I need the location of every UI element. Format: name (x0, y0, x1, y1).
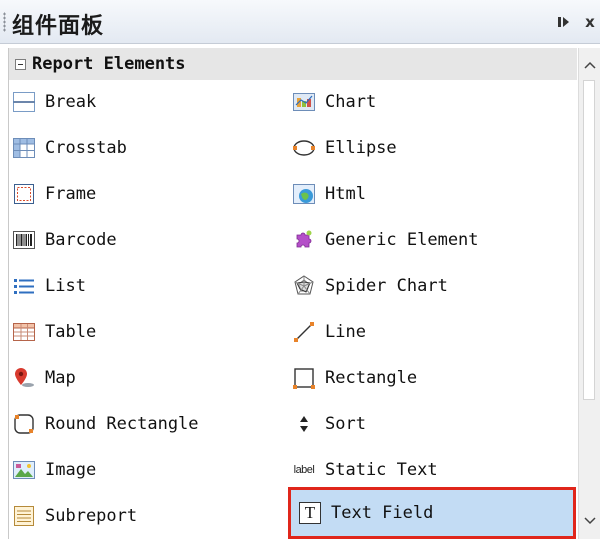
table-icon (11, 319, 37, 345)
palette-item-label: Spider Chart (325, 276, 448, 296)
palette-item-sort[interactable]: Sort (291, 405, 573, 443)
map-pin-icon (11, 365, 37, 391)
palette-item-label: Round Rectangle (45, 414, 199, 434)
puzzle-icon (291, 227, 317, 253)
palette-item-label: Break (45, 92, 97, 112)
palette-item-label: Frame (45, 184, 97, 204)
close-panel-button[interactable]: x (580, 12, 600, 32)
barcode-icon (11, 227, 37, 253)
palette-item-subreport[interactable]: Subreport (11, 497, 281, 535)
palette-item-label: Line (325, 322, 366, 342)
palette-item-barcode[interactable]: Barcode (11, 221, 281, 259)
palette-item-label: Generic Element (325, 230, 479, 250)
palette-item-list[interactable]: List (11, 267, 281, 305)
chart-icon (291, 89, 317, 115)
palette-item-chart[interactable]: Chart (291, 83, 573, 121)
drag-grip-icon[interactable] (3, 12, 6, 32)
label-icon: label (291, 457, 317, 483)
palette-item-label: Sort (325, 414, 366, 434)
scroll-down-button[interactable] (579, 510, 600, 532)
rectangle-icon (291, 365, 317, 391)
palette-item-label: Html (325, 184, 366, 204)
collapse-panel-button[interactable] (554, 12, 574, 32)
palette-item-label: Crosstab (45, 138, 127, 158)
break-icon (11, 89, 37, 115)
chevron-up-icon (583, 61, 596, 69)
palette-item-label: Map (45, 368, 76, 388)
palette-item-spider-chart[interactable]: Spider Chart (291, 267, 573, 305)
scroll-up-button[interactable] (579, 54, 600, 76)
palette-item-html[interactable]: Html (291, 175, 573, 213)
palette-item-label: Image (45, 460, 97, 480)
spider-chart-icon (291, 273, 317, 299)
frame-icon (11, 181, 37, 207)
collapse-icon (558, 17, 569, 27)
round-rectangle-icon (11, 411, 37, 437)
palette-item-image[interactable]: Image (11, 451, 281, 489)
palette-item-text-field[interactable]: T Text Field (288, 487, 576, 539)
palette-item-label: Subreport (45, 506, 138, 526)
panel-title: 组件面板 (12, 14, 105, 39)
text-field-icon: T (297, 500, 323, 526)
section-label: Report Elements (32, 54, 186, 74)
palette-item-break[interactable]: Break (11, 83, 281, 121)
subreport-icon (11, 503, 37, 529)
palette-item-label: Static Text (325, 460, 438, 480)
palette-item-round-rectangle[interactable]: Round Rectangle (11, 405, 281, 443)
scrollbar-thumb[interactable] (583, 80, 595, 400)
palette-item-static-text[interactable]: label Static Text (291, 451, 573, 489)
sort-icon (291, 411, 317, 437)
ellipse-icon (291, 135, 317, 161)
palette-item-generic-element[interactable]: Generic Element (291, 221, 573, 259)
palette-item-label: List (45, 276, 86, 296)
section-header-report-elements[interactable]: Report Elements (9, 48, 577, 80)
palette-item-label: Rectangle (325, 368, 418, 388)
vertical-scrollbar[interactable] (578, 48, 600, 539)
crosstab-icon (11, 135, 37, 161)
palette-item-rectangle[interactable]: Rectangle (291, 359, 573, 397)
text-field-icon-text: T (304, 503, 316, 522)
image-icon (11, 457, 37, 483)
palette-item-ellipse[interactable]: Ellipse (291, 129, 573, 167)
palette-item-line[interactable]: Line (291, 313, 573, 351)
palette-list: Report Elements Break Chart Crosstab Ell… (8, 48, 577, 539)
label-icon-text: label (293, 464, 315, 476)
palette-item-label: Chart (325, 92, 377, 112)
palette-item-label: Barcode (45, 230, 117, 250)
collapse-minus-icon[interactable] (15, 58, 26, 70)
palette-item-label: Text Field (331, 503, 434, 523)
line-icon (291, 319, 317, 345)
html-icon (291, 181, 317, 207)
palette-item-frame[interactable]: Frame (11, 175, 281, 213)
palette-item-label: Table (45, 322, 97, 342)
palette-item-map[interactable]: Map (11, 359, 281, 397)
palette-item-label: Ellipse (325, 138, 397, 158)
palette-item-table[interactable]: Table (11, 313, 281, 351)
panel-titlebar: 组件面板 x (0, 0, 600, 44)
list-icon (11, 273, 37, 299)
chevron-down-icon (583, 517, 596, 525)
palette-item-crosstab[interactable]: Crosstab (11, 129, 281, 167)
